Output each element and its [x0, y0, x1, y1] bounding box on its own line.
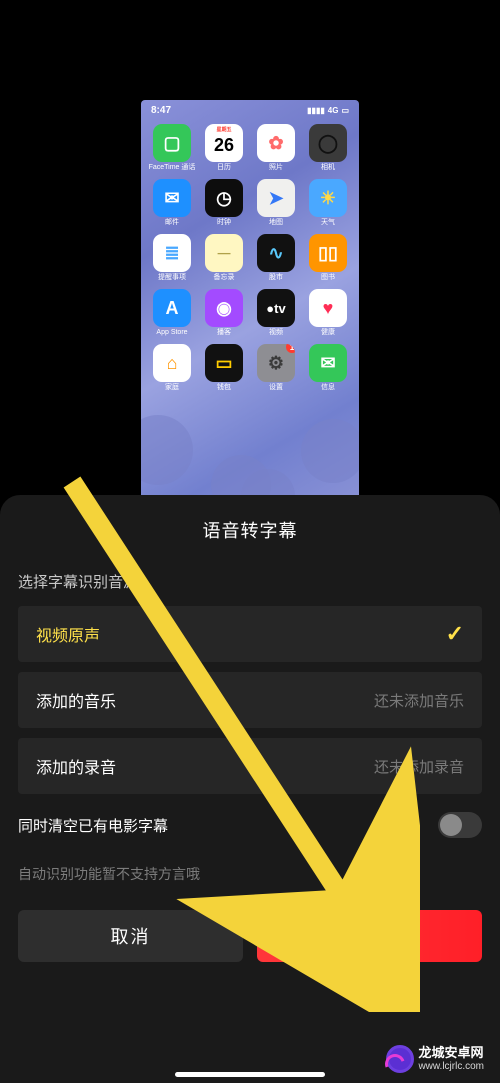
app-clock-icon: ◷ — [205, 179, 243, 217]
app-mail-label: 邮件 — [165, 219, 179, 226]
watermark-title: 龙城安卓网 — [418, 1046, 484, 1060]
clear-subtitles-toggle[interactable] — [438, 812, 482, 838]
app-maps-label: 地图 — [269, 219, 283, 226]
app-podcasts-icon: ◉ — [205, 289, 243, 327]
app-health-label: 健康 — [321, 329, 335, 336]
app-reminders-label: 提醒事项 — [158, 274, 186, 281]
app-stocks-icon: ∿ — [257, 234, 295, 272]
app-wallet-label: 钱包 — [217, 384, 231, 391]
app-health-icon: ♥ — [309, 289, 347, 327]
signal-icon: ▮▮▮▮ — [307, 106, 325, 115]
watermark-url: www.lcjrlc.com — [418, 1061, 484, 1072]
app-messages-label: 信息 — [321, 384, 335, 391]
app-tv-icon: ●tv — [257, 289, 295, 327]
app-reminders: ≣ 提醒事项 — [147, 234, 197, 281]
status-bar: 8:47 ▮▮▮▮ 4G ▭ — [141, 100, 359, 120]
app-books: ▯▯ 图书 — [303, 234, 353, 281]
source-option-original[interactable]: 视频原声 ✓ — [18, 606, 482, 662]
app-notes: ─ 备忘录 — [199, 234, 249, 281]
badge: 1 — [286, 344, 295, 353]
app-podcasts-label: 播客 — [217, 329, 231, 336]
watermark-logo-icon — [386, 1045, 414, 1073]
sheet-title: 语音转字幕 — [18, 517, 482, 543]
app-appstore-icon: A — [153, 289, 191, 327]
source-option-recording-status: 还未添加录音 — [374, 756, 464, 777]
source-option-music[interactable]: 添加的音乐 还未添加音乐 — [18, 672, 482, 728]
app-facetime-label: FaceTime 通话 — [149, 164, 196, 171]
app-notes-label: 备忘录 — [214, 274, 235, 281]
home-indicator[interactable] — [175, 1072, 325, 1077]
app-stocks: ∿ 股市 — [251, 234, 301, 281]
source-option-original-label: 视频原声 — [36, 622, 100, 646]
video-preview: 8:47 ▮▮▮▮ 4G ▭ ▢ FaceTime 通话 星期五26 日历 ✿ 照片 ◯ 相机… — [141, 100, 359, 505]
app-camera-label: 相机 — [321, 164, 335, 171]
app-tv-label: 视频 — [269, 329, 283, 336]
watermark: 龙城安卓网 www.lcjrlc.com — [376, 1041, 494, 1077]
app-facetime-icon: ▢ — [153, 124, 191, 162]
source-option-recording-label: 添加的录音 — [36, 754, 116, 778]
app-camera-icon: ◯ — [309, 124, 347, 162]
app-appstore: A App Store — [147, 289, 197, 336]
status-time: 8:47 — [151, 105, 171, 116]
voice-to-subtitle-sheet: 语音转字幕 选择字幕识别音源 视频原声 ✓ 添加的音乐 还未添加音乐添加的录音 还未添加… — [0, 495, 500, 1083]
app-maps-icon: ➤ — [257, 179, 295, 217]
app-settings-label: 设置 — [269, 384, 283, 391]
app-tv: ●tv 视频 — [251, 289, 301, 336]
app-settings: ⚙1 设置 — [251, 344, 301, 391]
app-clock: ◷ 时钟 — [199, 179, 249, 226]
app-wallet: ▭ 钱包 — [199, 344, 249, 391]
app-wallet-icon: ▭ — [205, 344, 243, 382]
app-appstore-label: App Store — [156, 329, 187, 336]
network-label: 4G — [328, 106, 339, 115]
app-health: ♥ 健康 — [303, 289, 353, 336]
app-reminders-icon: ≣ — [153, 234, 191, 272]
app-weather-icon: ☀ — [309, 179, 347, 217]
app-calendar: 星期五26 日历 — [199, 124, 249, 171]
check-icon: ✓ — [446, 621, 464, 647]
app-camera: ◯ 相机 — [303, 124, 353, 171]
app-podcasts: ◉ 播客 — [199, 289, 249, 336]
app-calendar-label: 日历 — [217, 164, 231, 171]
app-home-label: 家庭 — [165, 384, 179, 391]
start-recognition-button[interactable]: 开始识别 — [257, 910, 482, 962]
app-books-label: 图书 — [321, 274, 335, 281]
source-option-recording[interactable]: 添加的录音 还未添加录音 — [18, 738, 482, 794]
app-home: ⌂ 家庭 — [147, 344, 197, 391]
app-calendar-icon: 星期五26 — [205, 124, 243, 162]
app-mail: ✉ 邮件 — [147, 179, 197, 226]
app-home-icon: ⌂ — [153, 344, 191, 382]
battery-icon: ▭ — [341, 106, 349, 115]
app-weather: ☀ 天气 — [303, 179, 353, 226]
app-books-icon: ▯▯ — [309, 234, 347, 272]
source-option-music-status: 还未添加音乐 — [374, 690, 464, 711]
app-photos-label: 照片 — [269, 164, 283, 171]
app-messages: ✉ 信息 — [303, 344, 353, 391]
app-maps: ➤ 地图 — [251, 179, 301, 226]
app-weather-label: 天气 — [321, 219, 335, 226]
source-option-music-label: 添加的音乐 — [36, 688, 116, 712]
app-photos: ✿ 照片 — [251, 124, 301, 171]
cancel-button[interactable]: 取消 — [18, 910, 243, 962]
app-clock-label: 时钟 — [217, 219, 231, 226]
app-facetime: ▢ FaceTime 通话 — [147, 124, 197, 171]
app-messages-icon: ✉ — [309, 344, 347, 382]
app-mail-icon: ✉ — [153, 179, 191, 217]
clear-subtitles-label: 同时清空已有电影字幕 — [18, 815, 168, 836]
source-section-label: 选择字幕识别音源 — [18, 571, 482, 592]
dialect-hint: 自动识别功能暂不支持方言哦 — [18, 864, 482, 884]
app-notes-icon: ─ — [205, 234, 243, 272]
app-settings-icon: ⚙1 — [257, 344, 295, 382]
app-photos-icon: ✿ — [257, 124, 295, 162]
app-stocks-label: 股市 — [269, 274, 283, 281]
